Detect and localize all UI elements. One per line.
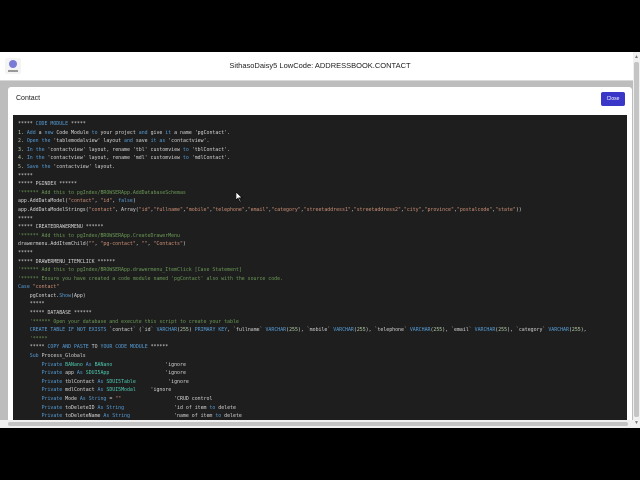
code-line: ***** DATABASE ****** xyxy=(29,310,92,317)
code-line: ***** xyxy=(18,249,33,256)
scroll-up-icon[interactable]: ▲ xyxy=(634,54,639,60)
code-line: ***** PGINDEX ****** xyxy=(18,181,77,188)
horizontal-scroll-thumb[interactable] xyxy=(8,422,628,426)
code-line: ***** xyxy=(29,301,45,308)
contact-modal: Contact Close ***** CODE MODULE ***** 1.… xyxy=(8,87,632,428)
code-line: 1. Add a new Code Module to your project… xyxy=(18,129,231,136)
code-line: CREATE TABLE IF NOT EXISTS `contact` (`i… xyxy=(29,327,587,334)
code-line: Private app As SDUI5App 'ignore xyxy=(41,370,186,377)
code-line: Private mdlContact As SDUI5Modal 'ignore xyxy=(41,387,172,394)
code-block[interactable]: ***** CODE MODULE ***** 1. Add a new Cod… xyxy=(13,115,627,428)
modal-title: Contact xyxy=(16,95,41,102)
code-line: '****** Add this to pgIndex/BROWSERApp.d… xyxy=(18,267,242,274)
code-line: Private BANano As BANano 'ignore xyxy=(41,361,186,368)
code-line: '***** xyxy=(18,335,48,342)
scroll-down-icon[interactable]: ▼ xyxy=(634,420,639,426)
code-line: Sub Process_Globals xyxy=(29,353,86,360)
code-line: '****** Open your database and execute t… xyxy=(18,318,239,325)
code-line: ***** DRAWERMENU_ITEMCLICK ****** xyxy=(18,258,116,265)
code-line: 5. Save the 'contactview' layout. xyxy=(18,163,116,170)
browser-viewport: SithasoDaisy5 LowCode: ADDRESSBOOK.CONTA… xyxy=(0,52,640,428)
code-line: Case "contact" xyxy=(18,284,60,291)
code-line: 3. In the 'contactview' layout, rename '… xyxy=(18,146,231,153)
code-text: ***** CODE MODULE ***** 1. Add a new Cod… xyxy=(18,120,627,421)
code-line: 4. In the 'contactview' layout, rename '… xyxy=(18,155,231,162)
app-title: SithasoDaisy5 LowCode: ADDRESSBOOK.CONTA… xyxy=(229,61,411,70)
code-line: pgContact.Show(App) xyxy=(18,292,86,299)
vertical-scroll-thumb[interactable] xyxy=(634,62,639,417)
code-line: Private Mode As String = "" 'CRUD contro… xyxy=(41,396,213,402)
mouse-cursor-icon xyxy=(236,192,243,202)
code-line: '****** Add this to pgIndex/BROWSERApp.C… xyxy=(18,232,180,239)
code-line: app.AddDataModel("contact", "id", false) xyxy=(18,198,136,205)
code-line: ***** xyxy=(18,215,33,222)
code-line: '****** Add this to pgIndex/BROWSERApp.A… xyxy=(18,189,186,196)
code-line: ***** xyxy=(18,172,33,179)
code-line: ***** CREATEDRAWERMENU ****** xyxy=(18,224,104,231)
code-line: ***** CODE MODULE ***** xyxy=(18,121,86,127)
code-line: app.AddDataModelStrings("contact", Array… xyxy=(18,206,522,213)
code-line: Private tblContact As SDUI5Table 'ignore xyxy=(41,378,189,385)
code-line: drawermenu.AddItemChild("", "pg-contact"… xyxy=(18,241,186,248)
code-line: Private toDeleteID As String 'id of item… xyxy=(41,404,236,411)
vertical-scrollbar[interactable]: ▲ ▼ xyxy=(633,52,640,428)
close-button[interactable]: Close xyxy=(601,92,625,106)
code-line: ***** COPY AND PASTE TO YOUR CODE MODULE… xyxy=(18,344,169,351)
horizontal-scrollbar[interactable] xyxy=(0,420,633,428)
app-header: SithasoDaisy5 LowCode: ADDRESSBOOK.CONTA… xyxy=(0,52,640,81)
code-line: Private toDeleteName As String 'name of … xyxy=(41,413,242,420)
code-line: 2. Open the 'tablemodalview' layout and … xyxy=(18,138,210,145)
code-line: '****** Ensure you have created a code m… xyxy=(18,275,283,282)
